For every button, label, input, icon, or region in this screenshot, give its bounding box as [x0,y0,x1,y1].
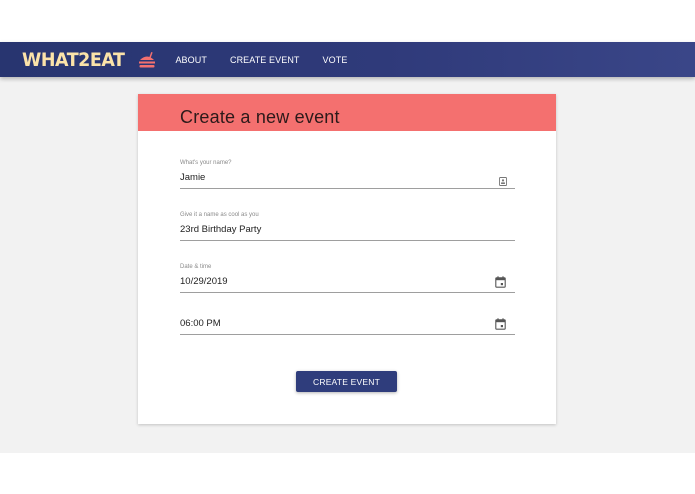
event-name-field-value[interactable]: 23rd Birthday Party [180,224,261,235]
create-event-button[interactable]: CREATE EVENT [296,371,397,392]
brand-logo[interactable]: WHAT2EAT [22,42,157,77]
date-field-label: Date & time [180,264,212,270]
time-field-value[interactable]: 06:00 PM [180,318,221,329]
page: WHAT2EAT ABOUT CREATE EVENT VOTE Create … [0,0,695,494]
page-title: Create a new event [180,107,340,127]
nav-vote[interactable]: VOTE [323,55,348,65]
top-navbar: WHAT2EAT ABOUT CREATE EVENT VOTE [0,42,695,77]
name-field-value[interactable]: Jamie [180,172,205,183]
contact-card-icon [499,173,507,191]
name-field[interactable]: What's your name? Jamie [180,156,515,189]
nav-links: ABOUT CREATE EVENT VOTE [175,55,370,65]
create-event-card: Create a new event What's your name? Jam… [138,94,556,424]
time-field[interactable]: 06:00 PM [180,312,515,335]
burger-icon [137,50,157,70]
brand-name: WHAT2EAT [22,48,125,71]
nav-about[interactable]: ABOUT [175,55,207,65]
event-name-field[interactable]: Give it a name as cool as you 23rd Birth… [180,208,515,241]
nav-create-event[interactable]: CREATE EVENT [230,55,300,65]
event-name-field-label: Give it a name as cool as you [180,212,259,218]
name-field-label: What's your name? [180,160,232,166]
calendar-icon[interactable] [495,317,506,335]
date-field[interactable]: Date & time 10/29/2019 [180,260,515,293]
calendar-icon[interactable] [495,275,506,293]
date-field-value[interactable]: 10/29/2019 [180,276,228,287]
card-header: Create a new event [138,94,556,131]
